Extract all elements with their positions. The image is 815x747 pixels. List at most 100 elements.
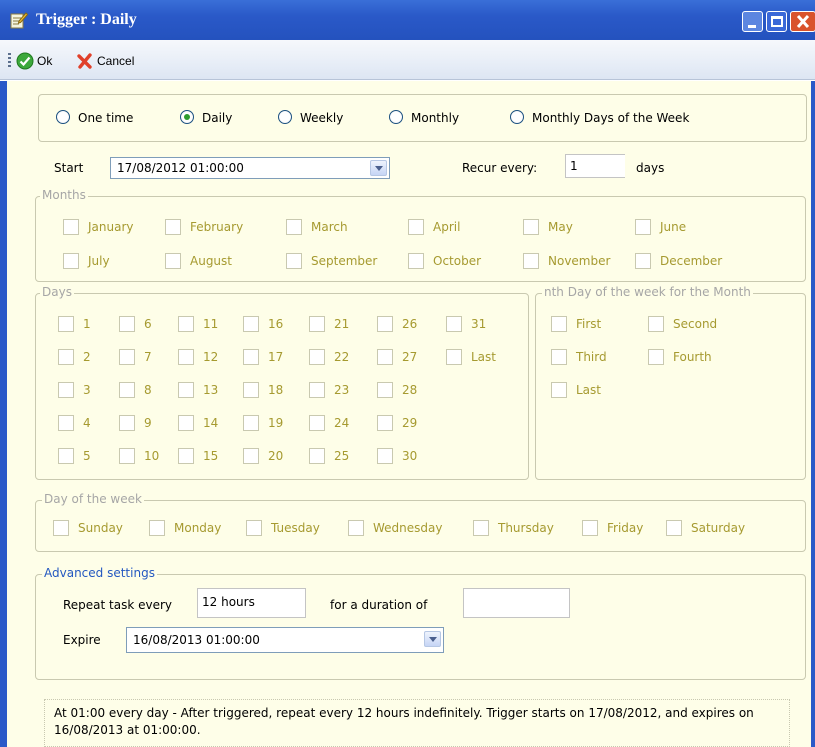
expire-label: Expire bbox=[63, 633, 101, 647]
window-border-right bbox=[811, 81, 815, 747]
schedule-type-group: One time Daily Weekly Monthly Monthly Da… bbox=[38, 94, 807, 142]
months-legend: Months bbox=[40, 188, 88, 202]
checkbox-label: Last bbox=[471, 350, 496, 364]
chevron-down-icon[interactable] bbox=[370, 160, 387, 176]
checkbox-label: April bbox=[433, 220, 461, 234]
checkbox-label: 6 bbox=[144, 317, 152, 331]
checkbox-label: Last bbox=[576, 383, 601, 397]
check-icon bbox=[16, 52, 34, 70]
checkbox-box bbox=[551, 382, 567, 398]
checkbox-label: 24 bbox=[334, 416, 350, 430]
recur-unit-label: days bbox=[636, 161, 665, 175]
checkbox-label: Saturday bbox=[691, 521, 746, 535]
checkbox-label: 4 bbox=[83, 416, 91, 430]
days-group: Days 1 2 3 4 5 6 7 8 9 10 11 12 13 14 15… bbox=[35, 285, 529, 480]
days-legend: Days bbox=[40, 285, 74, 299]
checkbox-label: 15 bbox=[203, 449, 219, 463]
radio-circle bbox=[278, 110, 292, 124]
cancel-x-icon bbox=[77, 53, 92, 69]
cancel-button[interactable]: Cancel bbox=[76, 51, 156, 71]
window-title: Trigger : Daily bbox=[36, 11, 137, 28]
checkbox-label: December bbox=[660, 254, 723, 268]
checkbox-box bbox=[408, 219, 424, 235]
checkbox-box bbox=[63, 253, 79, 269]
radio-circle bbox=[389, 110, 403, 124]
checkbox-box bbox=[119, 415, 135, 431]
trigger-summary: At 01:00 every day - After triggered, re… bbox=[44, 699, 790, 747]
checkbox-box bbox=[377, 382, 393, 398]
checkbox-label: 29 bbox=[402, 416, 418, 430]
checkbox-box bbox=[446, 349, 462, 365]
checkbox-box bbox=[377, 415, 393, 431]
start-label: Start bbox=[54, 161, 84, 175]
minimize-icon bbox=[748, 25, 756, 28]
checkbox-box bbox=[243, 415, 259, 431]
toolbar-grip[interactable] bbox=[8, 53, 11, 69]
checkbox-label: February bbox=[190, 220, 244, 234]
checkbox-box bbox=[377, 448, 393, 464]
checkbox-box bbox=[178, 448, 194, 464]
checkbox-label: 18 bbox=[268, 383, 284, 397]
checkbox-box bbox=[119, 382, 135, 398]
checkbox-box bbox=[178, 415, 194, 431]
checkbox-box bbox=[243, 316, 259, 332]
checkbox-label: 17 bbox=[268, 350, 284, 364]
checkbox-label: 13 bbox=[203, 383, 219, 397]
chevron-down-icon[interactable] bbox=[424, 631, 441, 647]
duration-label: for a duration of bbox=[330, 598, 428, 612]
checkbox-label: 14 bbox=[203, 416, 219, 430]
document-edit-icon bbox=[10, 12, 28, 29]
checkbox-label: 20 bbox=[268, 449, 284, 463]
checkbox-box bbox=[309, 316, 325, 332]
maximize-button[interactable] bbox=[766, 11, 787, 32]
months-group: Months January February March April May … bbox=[35, 188, 806, 282]
radio-circle bbox=[56, 110, 70, 124]
checkbox-box bbox=[286, 219, 302, 235]
checkbox-label: 1 bbox=[83, 317, 91, 331]
ok-button[interactable]: Ok bbox=[16, 51, 66, 71]
checkbox-label: 10 bbox=[144, 449, 160, 463]
expire-datetime-combo[interactable]: 16/08/2013 01:00:00 bbox=[126, 627, 444, 653]
radio-label: Weekly bbox=[300, 111, 344, 125]
nth-day-group: nth Day of the week for the Month First … bbox=[535, 285, 806, 480]
checkbox-label: March bbox=[311, 220, 348, 234]
recur-every-input[interactable]: 1 bbox=[565, 154, 625, 178]
checkbox-box bbox=[149, 520, 165, 536]
checkbox-label: August bbox=[190, 254, 232, 268]
checkbox-label: Wednesday bbox=[373, 521, 443, 535]
checkbox-box bbox=[243, 349, 259, 365]
checkbox-box bbox=[309, 415, 325, 431]
day-of-week-group: Day of the week Sunday Monday Tuesday We… bbox=[35, 492, 806, 552]
recur-every-value: 1 bbox=[570, 159, 578, 173]
checkbox-box bbox=[635, 253, 651, 269]
checkbox-box bbox=[377, 316, 393, 332]
checkbox-box bbox=[348, 520, 364, 536]
minimize-button[interactable] bbox=[742, 11, 763, 32]
checkbox-box bbox=[309, 382, 325, 398]
checkbox-label: October bbox=[433, 254, 482, 268]
checkbox-label: 30 bbox=[402, 449, 418, 463]
start-datetime-combo[interactable]: 17/08/2012 01:00:00 bbox=[110, 157, 390, 179]
checkbox-box bbox=[648, 349, 664, 365]
duration-input[interactable] bbox=[463, 588, 570, 618]
checkbox-box bbox=[408, 253, 424, 269]
checkbox-box bbox=[446, 316, 462, 332]
window-border-left bbox=[0, 81, 7, 747]
nth-day-legend: nth Day of the week for the Month bbox=[542, 285, 753, 299]
maximize-icon bbox=[771, 16, 783, 27]
checkbox-box bbox=[119, 448, 135, 464]
repeat-interval-input[interactable]: 12 hours bbox=[197, 588, 306, 618]
close-button[interactable] bbox=[790, 11, 815, 32]
checkbox-label: 31 bbox=[471, 317, 487, 331]
checkbox-label: 7 bbox=[144, 350, 152, 364]
radio-label: Monthly Days of the Week bbox=[532, 111, 690, 125]
checkbox-box bbox=[119, 316, 135, 332]
checkbox-label: 9 bbox=[144, 416, 152, 430]
checkbox-box bbox=[243, 382, 259, 398]
checkbox-label: 16 bbox=[268, 317, 284, 331]
checkbox-box bbox=[582, 520, 598, 536]
radio-circle-selected bbox=[180, 110, 194, 124]
checkbox-label: Fourth bbox=[673, 350, 712, 364]
checkbox-label: 21 bbox=[334, 317, 350, 331]
checkbox-box bbox=[178, 382, 194, 398]
